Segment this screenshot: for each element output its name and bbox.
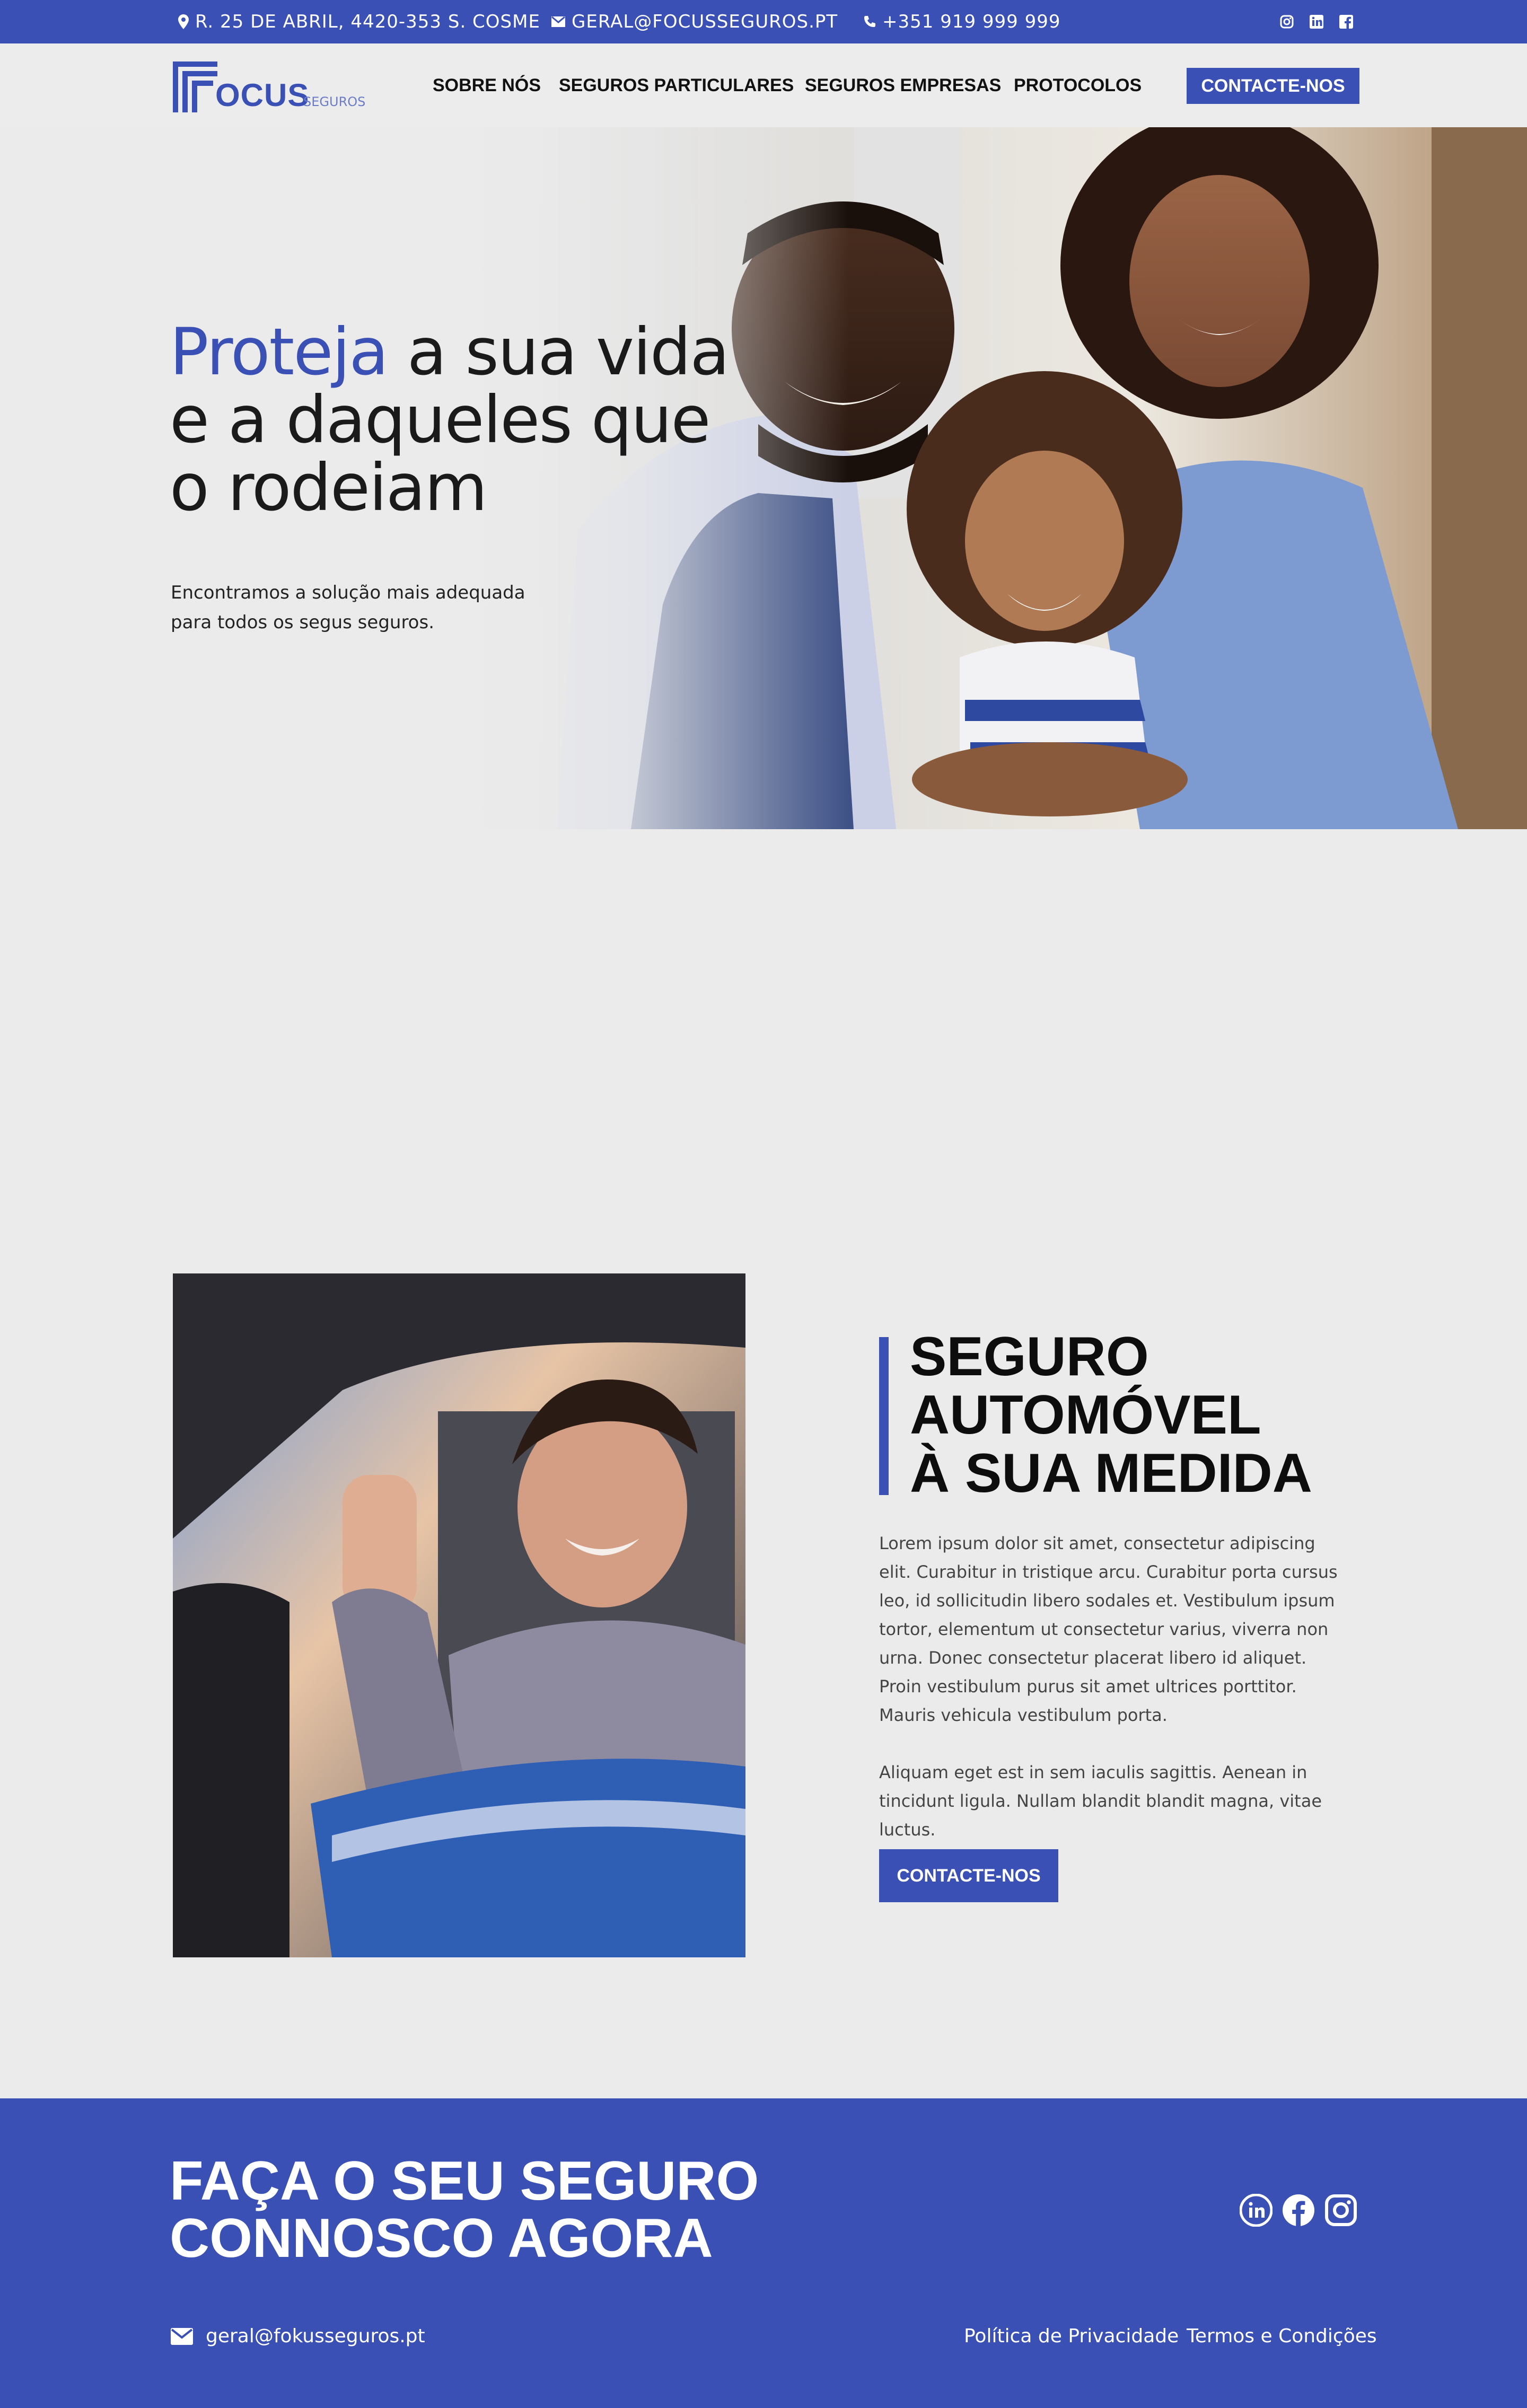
logo-wordmark: OCUS [215,77,310,113]
footer-title-line2: CONNOSCO AGORA [170,2208,713,2269]
feature-paragraph-1: Lorem ipsum dolor sit amet, consectetur … [879,1533,1338,1725]
linkedin-icon[interactable] [1310,15,1323,29]
address-item: R. 25 DE ABRIL, 4420-353 S. COSME [178,0,540,43]
terms-link[interactable]: Termos e Condições [1187,2325,1377,2347]
car-driver-photo [173,1273,745,1957]
hero-title-accent: Proteja [170,314,389,390]
email-item[interactable]: GERAL@FOCUSSEGUROS.PT [551,0,838,43]
hero-subtitle-line2: para todos os segus seguros. [171,612,435,633]
linkedin-icon[interactable] [1240,2194,1272,2227]
car-driver-illustration [173,1273,745,1957]
nav-item-sobre-nos[interactable]: SOBRE NÓS [433,43,541,127]
facebook-icon[interactable] [1282,2194,1315,2227]
focus-seguros-logo[interactable]: OCUS SEGUROS [173,61,366,113]
title-accent-bar [879,1337,889,1495]
footer-email[interactable]: geral@fokusseguros.pt [171,2325,425,2347]
phone-item[interactable]: +351 919 999 999 [863,0,1061,43]
footer-email-link[interactable]: geral@fokusseguros.pt [206,2325,425,2347]
feature-title-line1: SEGURO [910,1326,1149,1387]
address-text: R. 25 DE ABRIL, 4420-353 S. COSME [195,11,540,32]
instagram-icon[interactable] [1280,15,1294,29]
footer-title-line1: FAÇA O SEU SEGURO [170,2150,759,2212]
instagram-icon[interactable] [1324,2194,1357,2227]
map-pin-icon [178,14,189,29]
nav-item-seguros-particulares[interactable]: SEGUROS PARTICULARES [559,43,794,127]
hero-title-line2: e a daqueles que [170,382,711,458]
top-contact-bar: R. 25 DE ABRIL, 4420-353 S. COSME GERAL@… [0,0,1527,43]
privacy-policy-link[interactable]: Política de Privacidade [964,2325,1179,2347]
nav-item-protocolos[interactable]: PROTOCOLOS [1014,43,1142,127]
top-social-icons [1280,0,1353,43]
nav-item-seguros-empresas[interactable]: SEGUROS EMPRESAS [805,43,1001,127]
feature-title-line3: À SUA MEDIDA [910,1443,1312,1504]
email-link[interactable]: GERAL@FOCUSSEGUROS.PT [572,11,838,32]
hero-title-line1: a sua vida [388,314,730,390]
feature-title: SEGURO AUTOMÓVEL À SUA MEDIDA [910,1328,1312,1502]
phone-link[interactable]: +351 919 999 999 [882,11,1061,32]
mail-icon [171,2327,193,2345]
hero-title-line3: o rodeiam [170,450,488,525]
logo-subtext: SEGUROS [303,94,366,109]
hero-subtitle: Encontramos a solução mais adequada para… [171,578,542,637]
hero-subtitle-line1: Encontramos a solução mais adequada [171,582,525,603]
hero-title: Proteja a sua vida e a daqueles que o ro… [170,318,730,525]
mail-icon [551,16,565,27]
feature-contact-button[interactable]: CONTACTE-NOS [879,1849,1058,1902]
footer-title: FAÇA O SEU SEGURO CONNOSCO AGORA [170,2152,759,2267]
facebook-icon[interactable] [1339,15,1353,29]
phone-icon [864,16,875,27]
nav-contact-button[interactable]: CONTACTE-NOS [1187,68,1359,104]
feature-paragraph-2: Aliquam eget est in sem iaculis sagittis… [879,1762,1322,1840]
feature-title-line2: AUTOMÓVEL [910,1384,1261,1446]
feature-description: Lorem ipsum dolor sit amet, consectetur … [879,1529,1340,1844]
